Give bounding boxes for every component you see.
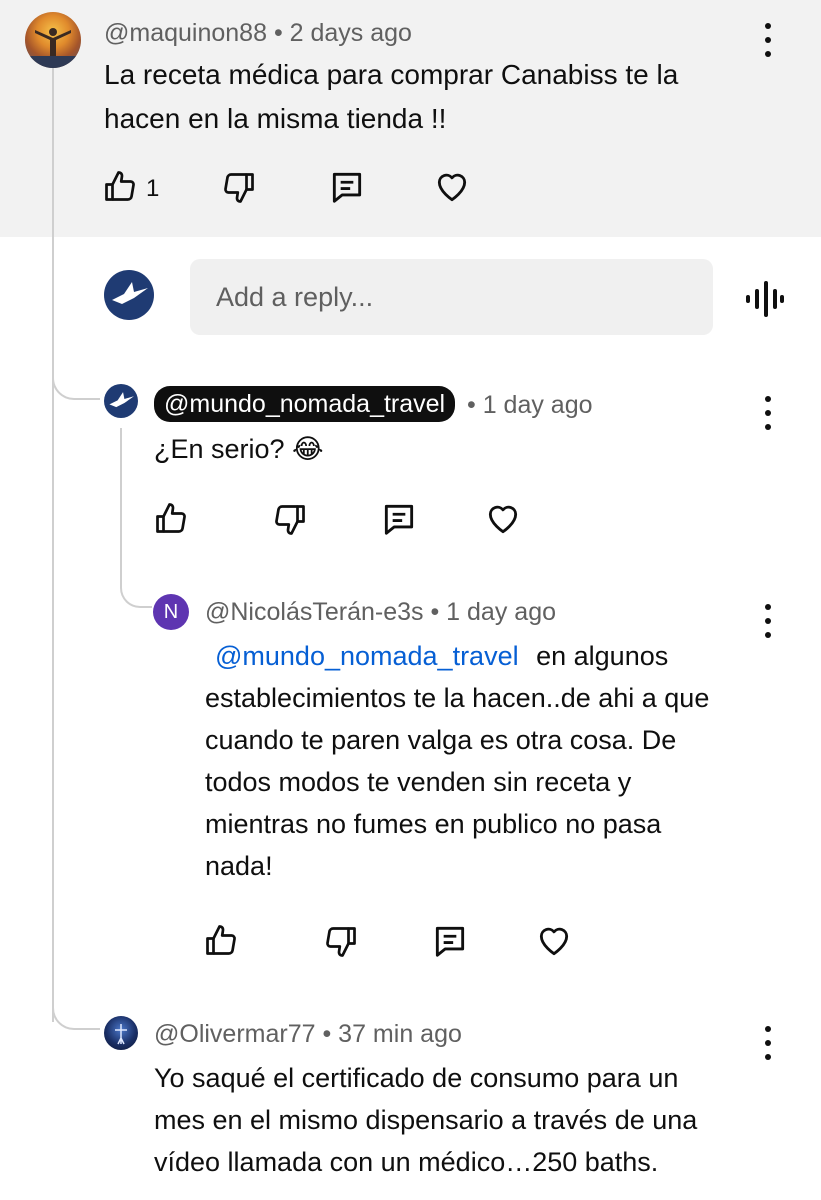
avatar[interactable]: N [153,594,189,630]
thread-line-branch-3 [52,990,100,1030]
thumb-down-icon[interactable] [272,502,308,538]
thread-line-sub [120,428,122,578]
timestamp: • 37 min ago [322,1020,462,1048]
voice-search-icon[interactable] [744,279,784,319]
comment-text-line: Yo saqué el certificado de consumo para … [154,1063,679,1093]
heart-icon[interactable] [483,500,523,538]
author-handle-pill[interactable]: @mundo_nomada_travel [154,386,456,422]
reply-icon[interactable] [431,922,469,960]
comment-text-line: @mundo_nomada_travel en algunos [205,635,709,677]
more-vert-icon[interactable] [758,1026,778,1060]
comment-text-line: La receta médica para comprar Canabiss t… [104,59,679,90]
comment-text-line: todos modos te venden sin receta y [205,767,632,797]
comment-meta: @NicolásTerán-e3s • 1 day ago [205,598,556,627]
more-vert-icon[interactable] [758,396,778,430]
author-handle[interactable]: @NicolásTerán-e3s [205,598,424,626]
comment-text-line: mes en el mismo dispensario a través de … [154,1105,698,1135]
thumb-down-icon[interactable] [221,170,257,206]
mention-link[interactable]: @mundo_nomada_travel [215,641,519,671]
thread-line-branch-1 [52,360,100,400]
thumb-up-icon[interactable] [102,168,138,204]
more-vert-icon[interactable] [758,604,778,638]
comment-meta: @maquinon88 • 2 days ago [104,19,412,48]
comment-text-segment: en algunos [536,641,669,671]
comment-text: La receta médica para comprar Canabiss t… [104,53,678,141]
comment-text-line: vídeo llamada con un médico…250 baths. [154,1147,659,1177]
reply-input[interactable]: Add a reply... [190,259,713,335]
figure-icon [115,1024,127,1045]
avatar[interactable] [25,12,81,68]
person-silhouette-icon [25,28,81,68]
comment-text-line: hacen en la misma tienda !! [104,103,447,134]
comment-text: ¿En serio? 😂 [154,434,324,464]
comment-text: @mundo_nomada_travel en algunos establec… [205,635,709,887]
timestamp: • 1 day ago [467,391,593,419]
avatar[interactable] [104,384,138,418]
comment-text-line: mientras no fumes en publico no pasa [205,809,662,839]
thumb-up-icon[interactable] [153,500,189,536]
thread-line-branch-2 [120,570,152,608]
avatar-letter: N [163,601,179,623]
avatar[interactable] [104,1016,138,1050]
reply-icon[interactable] [380,500,418,538]
like-count: 1 [146,175,160,202]
bird-logo-icon [112,270,154,320]
timestamp: • 1 day ago [430,598,556,626]
thread-line-main [52,62,54,1022]
reply-placeholder: Add a reply... [216,282,374,312]
timestamp: • 2 days ago [273,19,412,47]
more-vert-icon[interactable] [758,23,778,57]
bird-logo-icon [109,384,138,418]
comment-text: Yo saqué el certificado de consumo para … [154,1057,697,1183]
comment-text-line: cuando te paren valga es otra cosa. De [205,725,677,755]
thumb-down-icon[interactable] [323,924,359,960]
current-user-avatar[interactable] [104,270,154,320]
heart-icon[interactable] [534,922,574,960]
author-handle[interactable]: @Olivermar77 [154,1020,316,1048]
author-handle[interactable]: @maquinon88 [104,19,267,47]
comment-meta: @Olivermar77 • 37 min ago [154,1020,462,1049]
thumb-up-icon[interactable] [203,922,239,958]
comment-text-line: nada! [205,851,273,881]
comment-text-line: establecimientos te la hacen..de ahi a q… [205,683,710,713]
heart-icon[interactable] [432,168,472,206]
reply-icon[interactable] [328,168,366,206]
